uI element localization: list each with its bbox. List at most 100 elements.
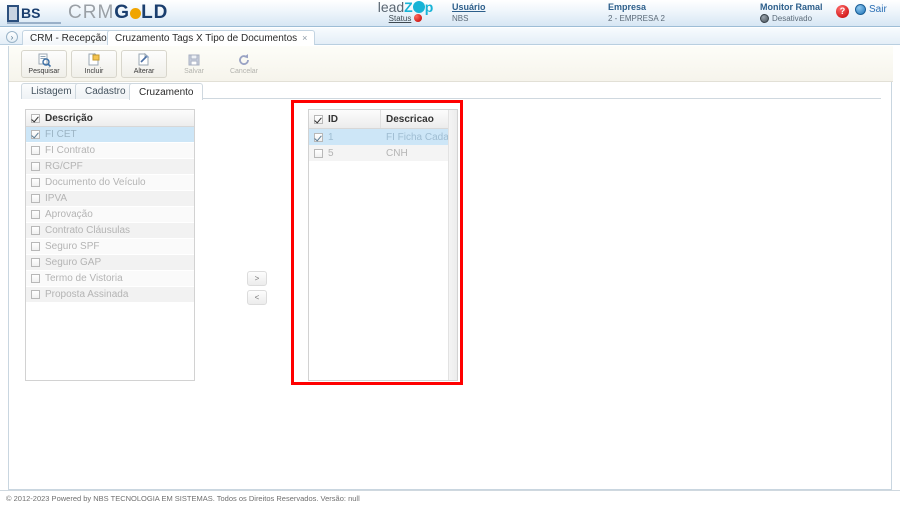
move-right-button[interactable]: > [247,271,267,286]
edit-page-icon [137,52,151,67]
list-item[interactable]: FI CET [26,127,194,143]
page-tab-bar: › CRM - Recepção × Cruzamento Tags X Tip… [0,28,900,45]
row-checkbox[interactable] [31,274,40,283]
tab-cadastro[interactable]: Cadastro [75,83,136,99]
main-content-panel: Pesquisar Incluir Alterar Salvar Cancela… [8,46,893,490]
cancelar-button[interactable]: Cancelar [221,50,267,78]
grid-column-descricao[interactable]: Descricao [381,110,457,128]
grid-column-id-label: ID [328,113,338,125]
row-checkbox[interactable] [31,226,40,235]
status-label: Status [388,14,412,23]
row-checkbox[interactable] [31,258,40,267]
whatsapp-circle-icon [412,1,425,13]
empresa-field: Empresa 2 - EMPRESA 2 [608,2,665,24]
logout-label: Sair [869,4,887,15]
pesquisar-button[interactable]: Pesquisar [21,50,67,78]
row-checkbox[interactable] [314,132,323,142]
grid-vertical-scrollbar[interactable] [448,110,457,380]
list-item[interactable]: Seguro SPF [26,239,194,255]
help-icon[interactable]: ? [836,5,849,18]
list-item[interactable]: Seguro GAP [26,255,194,271]
available-list-header[interactable]: Descrição [26,110,194,127]
gold-o-icon [130,8,142,19]
search-page-icon [37,53,52,67]
selected-documents-grid: ID Descricao 1 FI Ficha Cadastral 5 CNH [308,109,458,381]
row-id-value: 5 [328,147,334,159]
leadzap-lead: lead [377,0,405,15]
monitor-status-icon [760,14,769,23]
list-item[interactable]: FI Contrato [26,143,194,159]
list-item[interactable]: Proposta Assinada [26,287,194,303]
crm-text: CRM [68,2,115,23]
row-checkbox[interactable] [31,130,40,139]
row-checkbox[interactable] [31,162,40,171]
select-all-checkbox[interactable] [314,114,323,124]
list-item[interactable]: Documento do Veículo [26,175,194,191]
leadzap-wordmark: leadZ p [363,0,448,15]
row-checkbox[interactable] [31,242,40,251]
footer-text: © 2012-2023 Powered by NBS TECNOLOGIA EM… [6,494,360,503]
list-item[interactable]: Aprovação [26,207,194,223]
alterar-label: Alterar [133,67,155,75]
transfer-buttons: > < [247,271,267,309]
row-checkbox[interactable] [31,146,40,155]
list-item-label: RG/CPF [45,161,83,172]
gold-g: G [114,2,131,23]
table-row[interactable]: 5 CNH [309,145,457,161]
list-item[interactable]: Contrato Cláusulas [26,223,194,239]
list-item-label: Termo de Vistoria [45,273,123,284]
move-left-button[interactable]: < [247,290,267,305]
cancelar-label: Cancelar [229,67,258,75]
close-icon[interactable]: × [302,33,307,43]
tab-listagem[interactable]: Listagem [21,83,82,99]
leadzap-p: p [424,0,434,15]
select-all-checkbox[interactable] [31,113,40,123]
grid-column-id[interactable]: ID [309,110,381,128]
incluir-label: Incluir [84,67,104,75]
grid-column-descricao-label: Descricao [386,113,434,125]
list-item[interactable]: RG/CPF [26,159,194,175]
row-checkbox[interactable] [31,210,40,219]
tab-cruzamento[interactable]: Cruzamento [129,83,204,100]
row-id-cell[interactable]: 1 [309,129,381,145]
action-toolbar: Pesquisar Incluir Alterar Salvar Cancela… [9,46,893,82]
empresa-label: Empresa [608,2,647,12]
row-checkbox[interactable] [31,194,40,203]
page-tab-cruzamento[interactable]: Cruzamento Tags X Tipo de Documentos × [107,30,316,45]
usuario-label[interactable]: Usuário [452,2,486,13]
crmgold-wordmark: CRMG LD [68,3,168,23]
list-item-label: Aprovação [45,209,93,220]
monitor-ramal-field[interactable]: Monitor Ramal Desativado [760,2,823,24]
row-id-value: 1 [328,131,334,143]
list-item[interactable]: Termo de Vistoria [26,271,194,287]
app-header: BS CRMG LD leadZ p Status Usuário NBS Empr… [0,0,900,27]
svg-text:BS: BS [21,5,40,21]
leadzap-status[interactable]: Status [363,14,448,24]
row-descricao-cell: CNH [386,147,408,159]
incluir-button[interactable]: Incluir [71,50,117,78]
list-item-label: FI Contrato [45,145,96,156]
logout-icon [855,4,866,15]
row-descricao-cell: FI Ficha Cadastral [386,131,457,143]
alterar-button[interactable]: Alterar [121,50,167,78]
salvar-button[interactable]: Salvar [171,50,217,78]
row-checkbox[interactable] [31,178,40,187]
leadzap-z: Z [404,0,413,15]
row-checkbox[interactable] [314,148,323,158]
logout-button[interactable]: Sair [855,4,887,15]
leadzap-widget[interactable]: leadZ p Status [363,0,448,24]
page-tab-label: CRM - Recepção [30,32,107,44]
list-item[interactable]: IPVA [26,191,194,207]
sub-tab-bar: Listagem Cadastro Cruzamento [21,83,881,100]
available-list-header-label: Descrição [45,112,93,124]
row-id-cell[interactable]: 5 [309,145,381,161]
list-item-label: Documento do Veículo [45,177,146,188]
footer-divider [0,490,900,491]
tab-nav-arrow-icon[interactable]: › [6,31,18,43]
new-page-icon [87,52,101,67]
usuario-value: NBS [452,14,469,23]
available-tags-list: Descrição FI CET FI Contrato RG/CPF Docu… [25,109,195,381]
gold-ld: LD [141,2,169,23]
table-row[interactable]: 1 FI Ficha Cadastral [309,129,457,145]
row-checkbox[interactable] [31,290,40,299]
